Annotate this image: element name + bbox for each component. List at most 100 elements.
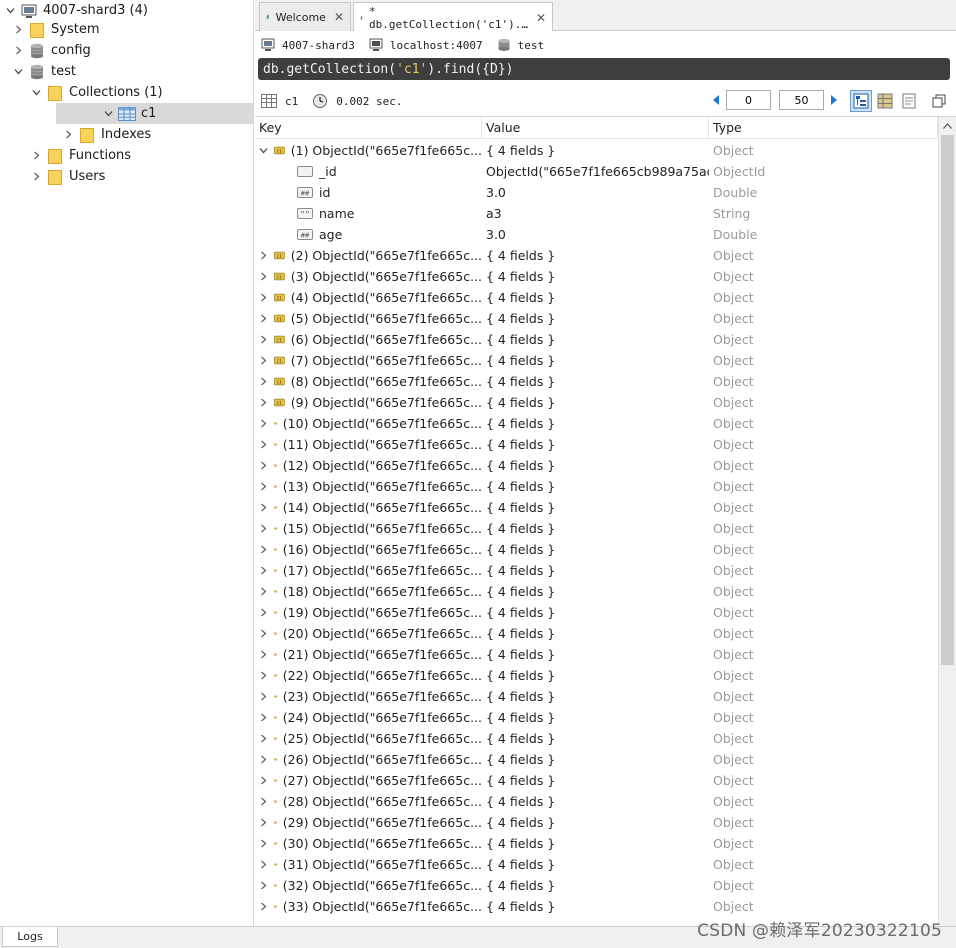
tree-item-system[interactable]: System — [0, 19, 253, 40]
chevron-right-icon[interactable] — [259, 266, 268, 287]
logs-tab[interactable]: Logs — [2, 927, 58, 947]
document-row[interactable]: {} (10) ObjectId("665e7f1fe665c... { 4 fie… — [255, 413, 938, 434]
tree-item-test[interactable]: test — [0, 61, 253, 82]
document-row[interactable]: {} (9) ObjectId("665e7f1fe665c... { 4 fiel… — [255, 392, 938, 413]
chevron-right-icon[interactable] — [12, 19, 24, 40]
chevron-right-icon[interactable] — [259, 455, 268, 476]
chevron-right-icon[interactable] — [259, 308, 268, 329]
chevron-right-icon[interactable] — [30, 145, 42, 166]
document-row[interactable]: {} (16) ObjectId("665e7f1fe665c... { 4 fie… — [255, 539, 938, 560]
chevron-down-icon[interactable] — [259, 140, 268, 161]
query-editor[interactable]: db.getCollection('c1').find({D}) — [258, 58, 950, 80]
tree-item-functions[interactable]: Functions — [0, 145, 253, 166]
table-view-button[interactable] — [874, 90, 896, 112]
chevron-right-icon[interactable] — [259, 770, 268, 791]
column-header-value[interactable]: Value — [482, 117, 709, 139]
detach-button[interactable] — [928, 90, 950, 112]
chevron-right-icon[interactable] — [259, 812, 268, 833]
chevron-right-icon[interactable] — [259, 749, 268, 770]
chevron-right-icon[interactable] — [259, 392, 268, 413]
chevron-right-icon[interactable] — [259, 245, 268, 266]
chevron-right-icon[interactable] — [259, 791, 268, 812]
chevron-right-icon[interactable] — [259, 833, 268, 854]
chevron-right-icon[interactable] — [259, 602, 268, 623]
chevron-right-icon[interactable] — [259, 413, 268, 434]
document-row[interactable]: {} (11) ObjectId("665e7f1fe665c... { 4 fie… — [255, 434, 938, 455]
field-row[interactable]: "" name a3 String — [255, 203, 938, 224]
next-page-icon[interactable] — [828, 94, 840, 106]
previous-page-icon[interactable] — [710, 94, 722, 106]
chevron-down-icon[interactable] — [30, 82, 42, 103]
chevron-down-icon[interactable] — [4, 0, 16, 21]
chevron-right-icon[interactable] — [259, 623, 268, 644]
chevron-right-icon[interactable] — [259, 329, 268, 350]
document-row[interactable]: {} (1) ObjectId("665e7f1fe665c... { 4 fiel… — [255, 140, 938, 161]
chevron-right-icon[interactable] — [259, 644, 268, 665]
field-row[interactable]: ## age 3.0 Double — [255, 224, 938, 245]
tree-item-indexes[interactable]: Indexes — [0, 124, 253, 145]
column-header-key[interactable]: Key — [255, 117, 482, 139]
column-header-type[interactable]: Type — [709, 117, 938, 139]
document-row[interactable]: {} (20) ObjectId("665e7f1fe665c... { 4 fie… — [255, 623, 938, 644]
close-icon[interactable]: ✕ — [334, 10, 344, 24]
tree-item-4007-shard3-4[interactable]: 4007-shard3 (4) — [0, 0, 253, 21]
skip-input[interactable] — [726, 90, 771, 110]
document-row[interactable]: {} (31) ObjectId("665e7f1fe665c... { 4 fie… — [255, 854, 938, 875]
document-row[interactable]: {} (12) ObjectId("665e7f1fe665c... { 4 fie… — [255, 455, 938, 476]
document-row[interactable]: {} (32) ObjectId("665e7f1fe665c... { 4 fie… — [255, 875, 938, 896]
document-row[interactable]: {} (27) ObjectId("665e7f1fe665c... { 4 fie… — [255, 770, 938, 791]
tree-item-c1[interactable]: c1 — [56, 103, 253, 124]
chevron-right-icon[interactable] — [259, 896, 268, 917]
document-row[interactable]: {} (6) ObjectId("665e7f1fe665c... { 4 fiel… — [255, 329, 938, 350]
chevron-right-icon[interactable] — [259, 518, 268, 539]
document-row[interactable]: {} (17) ObjectId("665e7f1fe665c... { 4 fie… — [255, 560, 938, 581]
chevron-right-icon[interactable] — [259, 476, 268, 497]
scrollbar-thumb[interactable] — [941, 135, 954, 665]
chevron-right-icon[interactable] — [259, 707, 268, 728]
chevron-right-icon[interactable] — [259, 875, 268, 896]
chevron-right-icon[interactable] — [259, 560, 268, 581]
tree-item-users[interactable]: Users — [0, 166, 253, 187]
document-row[interactable]: {} (15) ObjectId("665e7f1fe665c... { 4 fie… — [255, 518, 938, 539]
tab-welcome[interactable]: Welcome ✕ — [259, 2, 351, 31]
field-row[interactable]: ## id 3.0 Double — [255, 182, 938, 203]
scroll-up-icon[interactable] — [939, 117, 956, 134]
chevron-right-icon[interactable] — [259, 728, 268, 749]
document-row[interactable]: {} (29) ObjectId("665e7f1fe665c... { 4 fie… — [255, 812, 938, 833]
document-row[interactable]: {} (26) ObjectId("665e7f1fe665c... { 4 fie… — [255, 749, 938, 770]
tree-view-button[interactable] — [850, 90, 872, 112]
chevron-right-icon[interactable] — [259, 686, 268, 707]
close-icon[interactable]: ✕ — [536, 11, 546, 25]
document-row[interactable]: {} (3) ObjectId("665e7f1fe665c... { 4 fiel… — [255, 266, 938, 287]
document-row[interactable]: {} (28) ObjectId("665e7f1fe665c... { 4 fie… — [255, 791, 938, 812]
text-view-button[interactable] — [898, 90, 920, 112]
field-row[interactable]: _id ObjectId("665e7f1fe665cb989a75ad... Ob… — [255, 161, 938, 182]
document-row[interactable]: {} (13) ObjectId("665e7f1fe665c... { 4 fie… — [255, 476, 938, 497]
tree-item-config[interactable]: config — [0, 40, 253, 61]
chevron-right-icon[interactable] — [259, 539, 268, 560]
chevron-right-icon[interactable] — [259, 665, 268, 686]
document-row[interactable]: {} (19) ObjectId("665e7f1fe665c... { 4 fie… — [255, 602, 938, 623]
chevron-right-icon[interactable] — [12, 40, 24, 61]
document-row[interactable]: {} (22) ObjectId("665e7f1fe665c... { 4 fie… — [255, 665, 938, 686]
document-row[interactable]: {} (7) ObjectId("665e7f1fe665c... { 4 fiel… — [255, 350, 938, 371]
document-row[interactable]: {} (4) ObjectId("665e7f1fe665c... { 4 fiel… — [255, 287, 938, 308]
chevron-down-icon[interactable] — [102, 103, 114, 124]
document-row[interactable]: {} (14) ObjectId("665e7f1fe665c... { 4 fie… — [255, 497, 938, 518]
tree-item-collections-1[interactable]: Collections (1) — [0, 82, 253, 103]
chevron-right-icon[interactable] — [62, 124, 74, 145]
chevron-right-icon[interactable] — [259, 497, 268, 518]
document-row[interactable]: {} (24) ObjectId("665e7f1fe665c... { 4 fie… — [255, 707, 938, 728]
chevron-right-icon[interactable] — [30, 166, 42, 187]
document-row[interactable]: {} (33) ObjectId("665e7f1fe665c... { 4 fie… — [255, 896, 938, 917]
document-row[interactable]: {} (23) ObjectId("665e7f1fe665c... { 4 fie… — [255, 686, 938, 707]
chevron-right-icon[interactable] — [259, 287, 268, 308]
vertical-scrollbar[interactable] — [938, 117, 956, 926]
document-row[interactable]: {} (21) ObjectId("665e7f1fe665c... { 4 fie… — [255, 644, 938, 665]
chevron-right-icon[interactable] — [259, 434, 268, 455]
document-row[interactable]: {} (2) ObjectId("665e7f1fe665c... { 4 fiel… — [255, 245, 938, 266]
chevron-right-icon[interactable] — [259, 581, 268, 602]
document-row[interactable]: {} (5) ObjectId("665e7f1fe665c... { 4 fiel… — [255, 308, 938, 329]
chevron-right-icon[interactable] — [259, 371, 268, 392]
limit-input[interactable] — [779, 90, 824, 110]
